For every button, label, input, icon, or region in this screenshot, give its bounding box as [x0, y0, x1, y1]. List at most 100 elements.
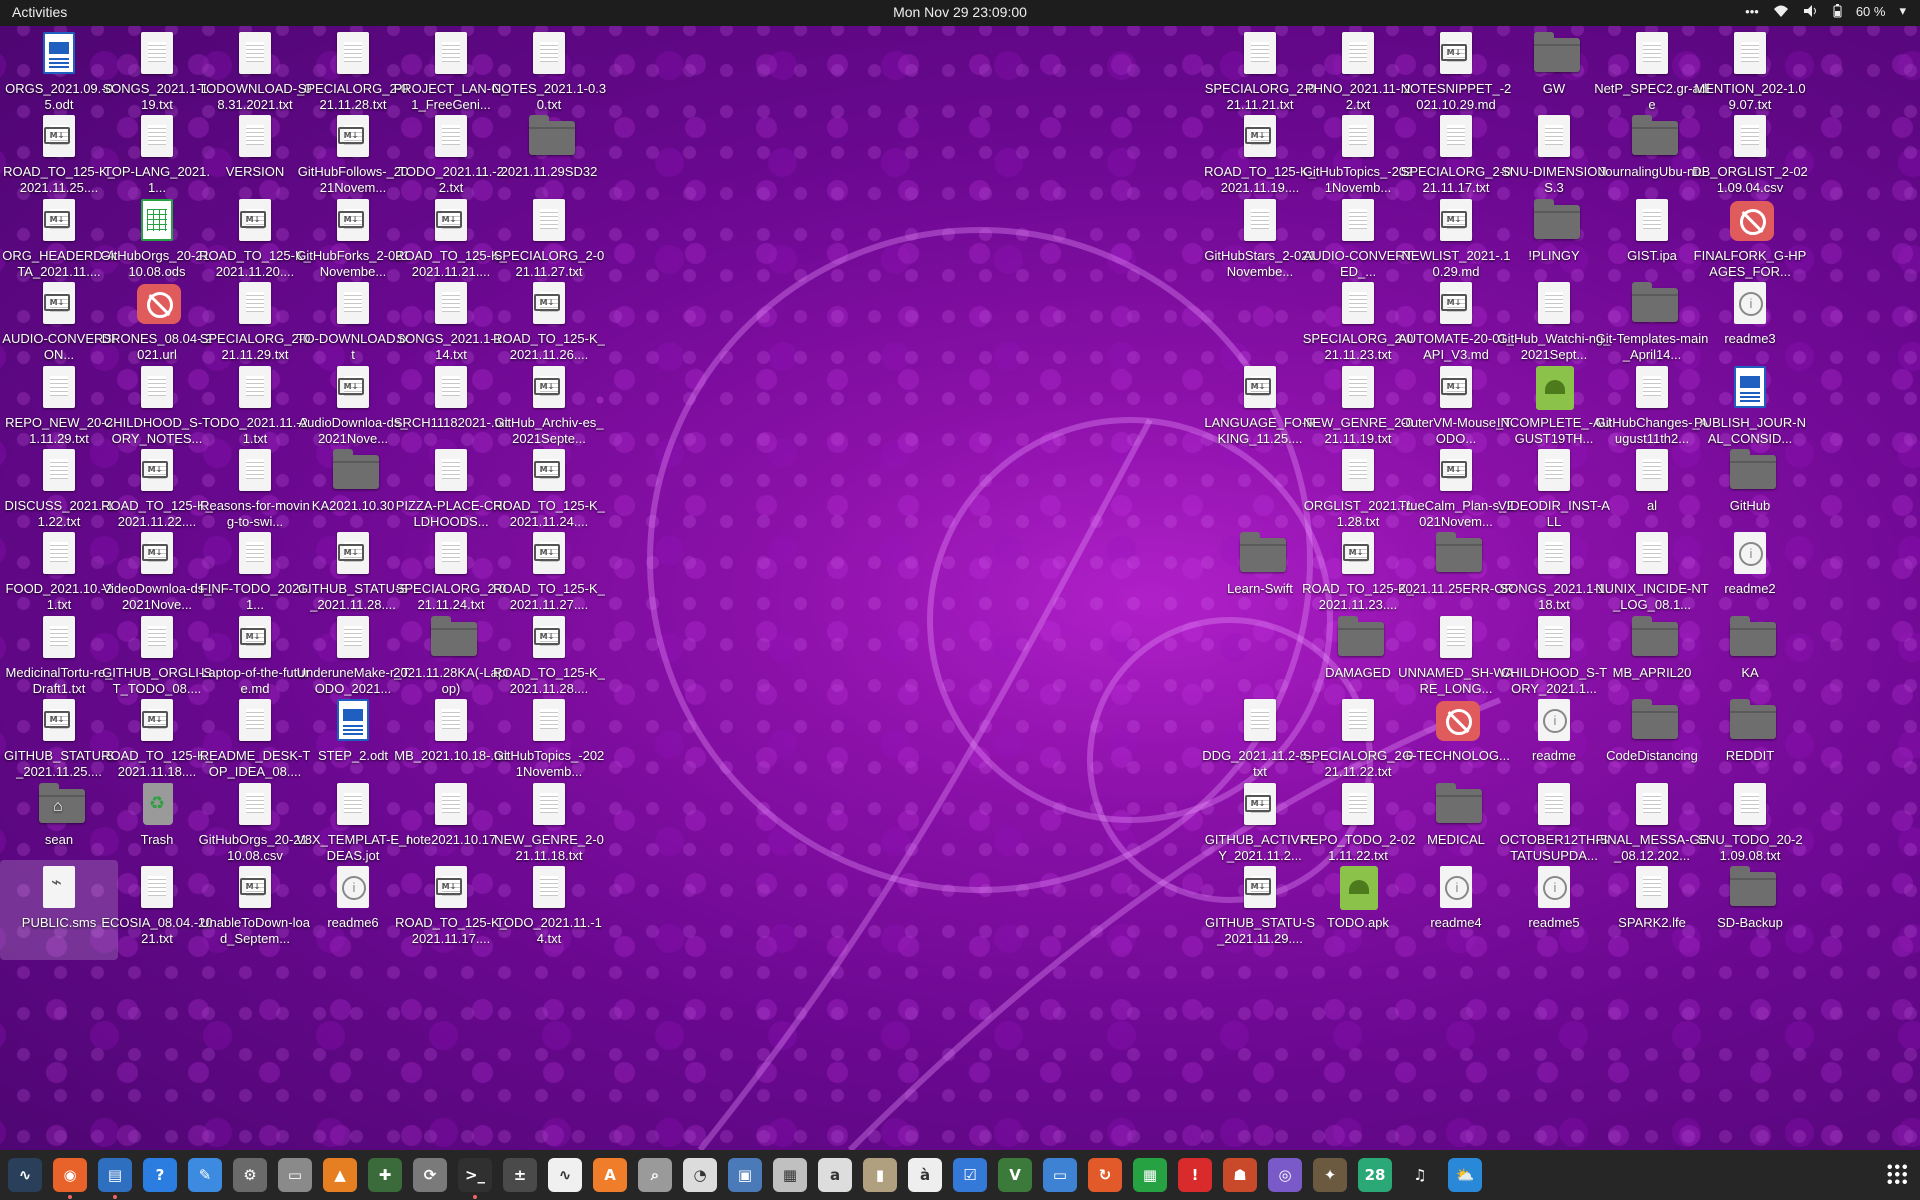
- system-tray[interactable]: ••• 60 % ▾: [1745, 3, 1906, 19]
- gimp-icon[interactable]: ✦: [1313, 1158, 1347, 1192]
- text-file-icon: [333, 782, 373, 829]
- desktop-icon-label: note2021.10.17: [405, 831, 497, 847]
- folder-icon: [1534, 32, 1580, 78]
- folder-icon: [1632, 115, 1678, 161]
- text-file-icon: [431, 32, 471, 78]
- web-link-icon: [1730, 199, 1774, 245]
- text-file-icon: [1632, 532, 1672, 578]
- text-file-icon: [529, 782, 569, 829]
- disk-usage-icon[interactable]: ◔: [683, 1158, 717, 1192]
- markdown-file-icon: M↓: [1436, 282, 1476, 328]
- settings-icon[interactable]: ⚙: [233, 1158, 267, 1192]
- markdown-file-icon: M↓: [1240, 866, 1280, 912]
- software-updater-icon[interactable]: ⟳: [413, 1158, 447, 1192]
- calendar-icon[interactable]: 28: [1358, 1158, 1392, 1192]
- markdown-file-icon: M↓: [235, 866, 275, 912]
- chevron-down-icon[interactable]: ▾: [1899, 3, 1906, 19]
- vlc-icon[interactable]: ▲: [323, 1158, 357, 1192]
- text-file-icon: [1436, 615, 1476, 662]
- remote-desktop-icon[interactable]: ▭: [1043, 1158, 1077, 1192]
- text-file-icon: [137, 365, 177, 412]
- game-icon[interactable]: ☗: [1223, 1158, 1257, 1192]
- text-file-icon: [431, 282, 471, 328]
- folder-icon: [431, 615, 477, 662]
- volume-icon: [1803, 4, 1819, 18]
- spreadsheet-file-icon: [137, 198, 177, 245]
- camera-icon[interactable]: ◎: [1268, 1158, 1302, 1192]
- text-file-icon: [1240, 699, 1280, 745]
- text-file-icon: [235, 782, 275, 829]
- terminal-icon[interactable]: >_: [458, 1158, 492, 1199]
- folder-icon: [1730, 615, 1776, 662]
- desktop[interactable]: ORGS_2021.09.-05.odt M↓ ROAD_TO_125-K_2021…: [0, 26, 1920, 1150]
- clock[interactable]: Mon Nov 29 23:09:00: [0, 4, 1920, 20]
- spreadsheet-icon[interactable]: ▦: [1133, 1158, 1167, 1192]
- backup-icon[interactable]: ↻: [1088, 1158, 1122, 1192]
- photos-icon[interactable]: ▦: [773, 1158, 807, 1192]
- text-file-icon: [1338, 115, 1378, 161]
- markdown-file-icon: M↓: [431, 198, 471, 245]
- app-store-icon[interactable]: A: [593, 1158, 627, 1192]
- image-viewer-icon[interactable]: ▣: [728, 1158, 762, 1192]
- markdown-file-icon: M↓: [1338, 532, 1378, 578]
- music-icon[interactable]: ♫: [1403, 1158, 1437, 1192]
- text-file-icon: [1632, 365, 1672, 412]
- desktop-icon-label: GitHub_Archiv-es_2021Septe...: [494, 414, 604, 446]
- text-file-icon: [333, 615, 373, 662]
- text-file-icon: [431, 699, 471, 745]
- desktop-icon-label: readme: [1531, 748, 1577, 764]
- text-editor-icon[interactable]: ✎: [188, 1158, 222, 1192]
- font-viewer-icon[interactable]: a: [818, 1158, 852, 1192]
- desktop-icon-label: readme3: [1724, 331, 1776, 347]
- top-bar: Activities Mon Nov 29 23:09:00 ••• 60 % …: [0, 0, 1920, 26]
- desktop-icon[interactable]: SD-Backup: [1691, 860, 1809, 960]
- character-map-icon[interactable]: à: [908, 1158, 942, 1192]
- text-file-icon: [235, 449, 275, 495]
- desktop-icon-label: GitHub: [1729, 498, 1771, 513]
- weather-icon[interactable]: ⛅: [1448, 1158, 1482, 1192]
- text-file-icon: [1338, 32, 1378, 78]
- files-icon[interactable]: ▭: [278, 1158, 312, 1192]
- desktop-icon-label: DAMAGED: [1325, 664, 1391, 680]
- document-viewer-icon[interactable]: ▤: [98, 1158, 132, 1199]
- desktop-icon-label: GitHubTopics_-2021Novemb...: [493, 748, 605, 780]
- battery-icon: [1833, 4, 1842, 18]
- screenshot-icon[interactable]: ⌕: [638, 1158, 672, 1192]
- vim-icon[interactable]: V: [998, 1158, 1032, 1192]
- help-icon[interactable]: ?: [143, 1158, 177, 1192]
- puzzle-icon[interactable]: ✚: [368, 1158, 402, 1192]
- system-monitor-icon[interactable]: ∿: [8, 1158, 42, 1192]
- alert-icon[interactable]: !: [1178, 1158, 1212, 1192]
- readme-icon: [1730, 532, 1770, 578]
- calculator-icon[interactable]: ±: [503, 1158, 537, 1192]
- firefox-icon[interactable]: ◉: [53, 1158, 87, 1199]
- folder-icon: [1632, 699, 1678, 745]
- markdown-file-icon: M↓: [1240, 365, 1280, 412]
- folder-icon: [529, 115, 575, 161]
- markdown-file-icon: M↓: [1436, 449, 1476, 495]
- folder-icon: [1338, 615, 1384, 662]
- markdown-file-icon: M↓: [1240, 782, 1280, 829]
- trash-icon: [137, 782, 177, 829]
- desktop-icon[interactable]: TODO_2021.11.-14.txt: [490, 860, 608, 960]
- app-grid-icon[interactable]: [1886, 1163, 1908, 1185]
- text-file-icon: [39, 615, 79, 662]
- text-file-icon: [1240, 198, 1280, 245]
- text-file-icon: [235, 699, 275, 745]
- text-file-icon: [529, 198, 569, 245]
- system-graph-icon[interactable]: ∿: [548, 1158, 582, 1192]
- markdown-file-icon: M↓: [431, 866, 471, 912]
- text-file-icon: [1534, 115, 1574, 161]
- text-file-icon: [1240, 32, 1280, 78]
- text-file-icon: [137, 32, 177, 78]
- text-file-icon: [333, 282, 373, 328]
- folder-icon: [1730, 866, 1776, 912]
- text-file-icon: [1632, 198, 1672, 245]
- desktop-icon-label: TODO.apk: [1327, 915, 1389, 930]
- archive-manager-icon[interactable]: ▮: [863, 1158, 897, 1192]
- todo-icon[interactable]: ☑: [953, 1158, 987, 1192]
- desktop-icon-label: ROAD_TO_125-K_2021.11.24....: [493, 498, 605, 529]
- desktop-icon-label: ROAD_TO_125-K_2021.11.28....: [493, 664, 605, 696]
- desktop-icon-label: FINALFORK_G-HPAGES_FOR...: [1693, 247, 1807, 279]
- more-icon[interactable]: •••: [1745, 4, 1759, 19]
